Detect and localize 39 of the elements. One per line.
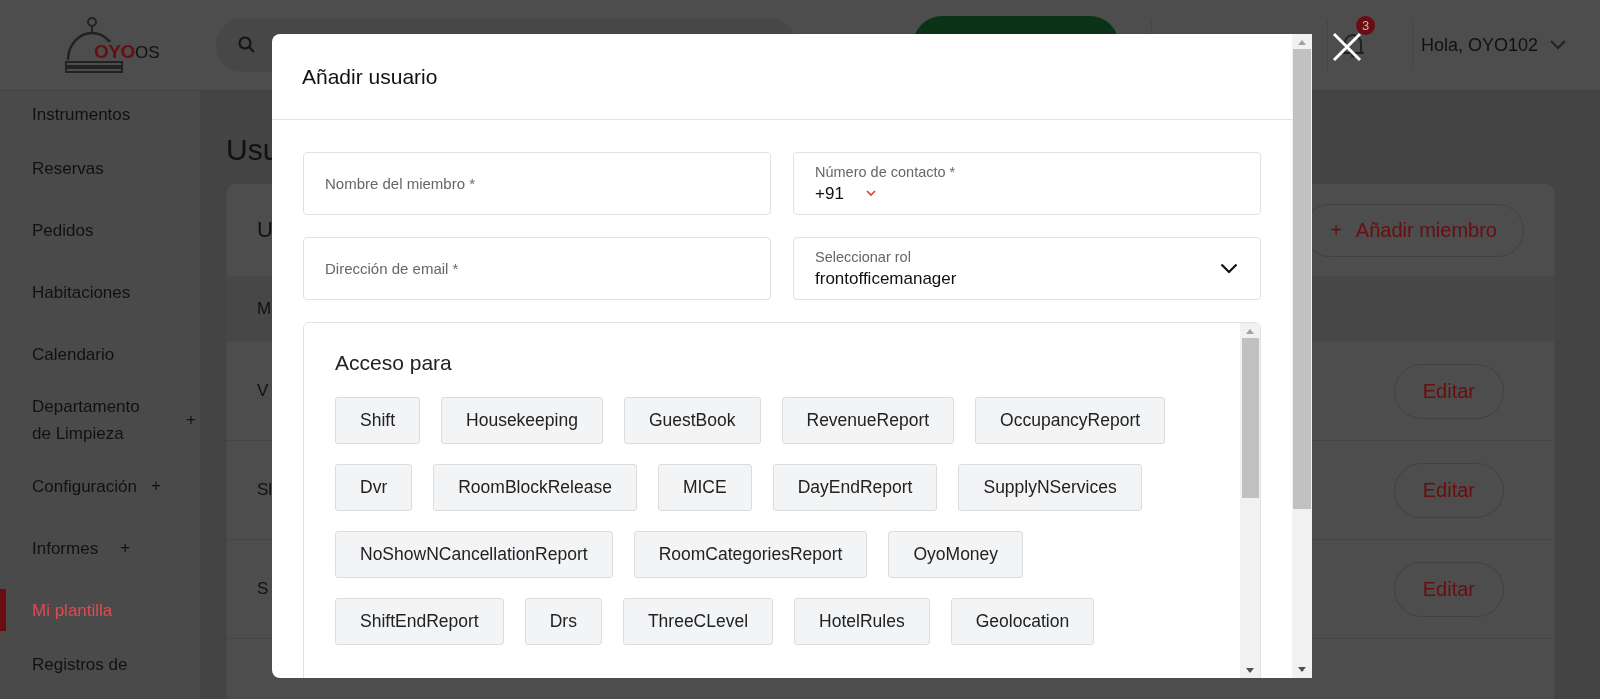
permission-chip[interactable]: SupplyNServices	[958, 464, 1142, 511]
chevron-down-icon	[865, 190, 876, 197]
permission-chip[interactable]: GuestBook	[623, 397, 761, 444]
permission-chip[interactable]: RoomCategoriesReport	[633, 531, 868, 578]
permission-chip[interactable]: MICE	[657, 464, 752, 511]
scrollbar[interactable]	[1240, 323, 1260, 678]
section-title: Acceso para	[335, 351, 453, 375]
text-field[interactable]: Dirección de email *	[303, 237, 771, 300]
logo-product: OS	[135, 43, 160, 63]
table-cell: S	[257, 579, 269, 599]
text-field[interactable]: Nombre del miembro *	[303, 152, 771, 215]
permission-chip[interactable]: HotelRules	[794, 598, 930, 645]
role-select[interactable]: Seleccionar rol frontofficemanager	[793, 237, 1261, 300]
bell-icon[interactable]	[1342, 32, 1364, 58]
dialog-title: Añadir usuario	[302, 64, 438, 89]
permission-chip[interactable]: ThreeCLevel	[622, 598, 774, 645]
permission-chip[interactable]: DayEndReport	[772, 464, 938, 511]
permission-chip[interactable]: Housekeeping	[441, 397, 603, 444]
logo-brand: OYO	[94, 42, 135, 61]
permission-chip[interactable]: ShiftEndReport	[335, 598, 504, 645]
permission-chip[interactable]: Shift	[335, 397, 421, 444]
permission-chip[interactable]: Drs	[524, 598, 602, 645]
permission-chip[interactable]: NoShowNCancellationReport	[335, 531, 613, 578]
permission-chip[interactable]: OyoMoney	[888, 531, 1024, 578]
scrollbar[interactable]	[1292, 34, 1312, 678]
phone-field[interactable]: Número de contacto * +91	[793, 152, 1261, 215]
permission-chip[interactable]: Dvr	[335, 464, 413, 511]
permission-chip[interactable]: OccupancyReport	[975, 397, 1166, 444]
chevron-down-icon	[1550, 40, 1567, 50]
permission-chip[interactable]: Geolocation	[950, 598, 1095, 645]
search-icon	[238, 36, 256, 54]
table-cell: Sl	[257, 480, 273, 500]
permission-chip[interactable]: RoomBlockRelease	[433, 464, 637, 511]
close-icon[interactable]	[1332, 32, 1362, 62]
card-title: U	[257, 217, 273, 243]
permission-chip[interactable]: RevenueReport	[781, 397, 955, 444]
notification-badge: 3	[1356, 16, 1375, 35]
table-cell: V	[257, 381, 269, 401]
chevron-down-icon	[1220, 263, 1238, 274]
